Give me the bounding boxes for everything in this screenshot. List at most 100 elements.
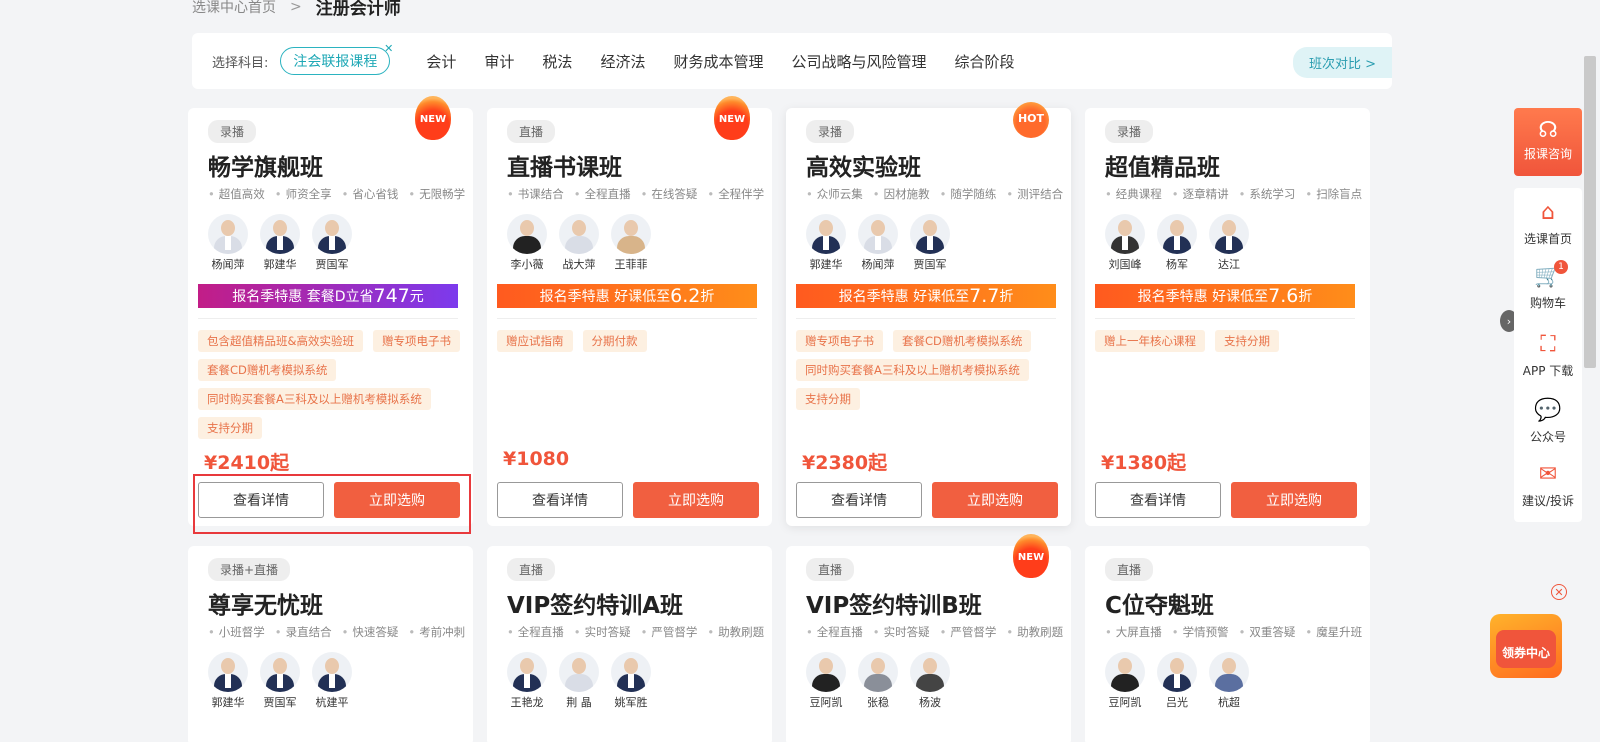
gift-tag: 赠应试指南 [497,330,573,352]
feature-item: 无限畅学 [408,186,465,202]
sidebar-item-wechat[interactable]: 💬 公众号 [1514,398,1582,445]
course-title[interactable]: C位夺魁班 [1105,586,1214,620]
course-title[interactable]: 超值精品班 [1105,148,1220,182]
teacher[interactable]: 李小薇 [507,214,547,272]
teacher-name: 郭建华 [211,696,245,709]
promo-banner: 报名季特惠 好课低至 7.6 折 [1095,284,1355,308]
teacher[interactable]: 贾国军 [910,214,950,272]
sidebar-item-cart[interactable]: 🛒 1 购物车 [1514,260,1582,311]
feature-item: 系统学习 [1239,186,1295,202]
course-title[interactable]: 畅学旗舰班 [208,148,323,182]
avatar [858,652,898,692]
feature-item: 严管督学 [940,624,996,640]
subject-tab-accounting[interactable]: 会计 [426,51,456,72]
promo-text: 报名季特惠 好课低至 [838,289,970,305]
feature-item: 双重答疑 [1239,624,1295,640]
teacher[interactable]: 贾国军 [312,214,352,272]
buy-now-button[interactable]: 立即选购 [633,482,759,518]
sidebar-item-home[interactable]: ⌂ 选课首页 [1514,200,1582,247]
teacher[interactable]: 刘国峰 [1105,214,1145,272]
teacher[interactable]: 杨军 [1157,214,1197,272]
promo-text: 报名季特惠 套餐D立省 [232,289,374,305]
teacher[interactable]: 杨闻萍 [858,214,898,272]
course-title[interactable]: 直播书课班 [507,148,622,182]
gift-tag: 分期付款 [582,330,647,352]
divider [796,318,1056,319]
teacher[interactable]: 杨闻萍 [208,214,248,272]
sidebar-item-feedback[interactable]: ✉ 建议/投诉 [1514,462,1582,509]
teacher[interactable]: 张稳 [858,652,898,710]
teacher-name: 贾国军 [913,258,947,271]
teacher[interactable]: 杭超 [1209,652,1249,710]
course-consult-button[interactable]: ☊ 报课咨询 [1514,108,1582,176]
teacher[interactable]: 杭建平 [312,652,352,710]
buy-now-button[interactable]: 立即选购 [932,482,1058,518]
new-badge-icon: NEW [1013,534,1049,578]
promo-text: 报名季特惠 好课低至 [1137,289,1269,305]
course-type-tag: 录播 [806,120,855,143]
course-title[interactable]: 高效实验班 [806,148,921,182]
teacher-name: 杭超 [1218,696,1240,709]
feature-item: 助教刷题 [707,624,764,640]
teacher[interactable]: 吕光 [1157,652,1197,710]
teacher[interactable]: 贾国军 [260,652,300,710]
avatar [1105,214,1145,254]
subject-tab-strategy-risk[interactable]: 公司战略与风险管理 [791,51,926,72]
teacher[interactable]: 王菲菲 [611,214,651,272]
course-card: 录播 NEW 畅学旗舰班 超值高效 师资全享 省心省钱 无限畅学 杨闻萍 郭建华… [188,96,473,526]
sidebar-item-app-download[interactable]: ⛶ APP 下载 [1514,332,1582,379]
teacher[interactable]: 荆 晶 [559,652,599,710]
course-features: 众师云集 因材施教 随学随练 测评结合 [806,186,1063,202]
subject-filter-bar: 选择科目: 注会联报课程 ✕ 会计 审计 税法 经济法 财务成本管理 公司战略与… [192,33,1392,89]
avatar [1105,652,1145,692]
teacher[interactable]: 达江 [1209,214,1249,272]
scrollbar[interactable] [1584,56,1596,368]
teacher-name: 姚军胜 [614,696,648,709]
course-title[interactable]: VIP签约特训B班 [806,586,982,620]
subject-tab-comprehensive[interactable]: 综合阶段 [954,51,1014,72]
teacher-name: 杨波 [919,696,941,709]
feature-item: 省心省钱 [342,186,398,202]
view-details-button[interactable]: 查看详情 [1095,482,1221,518]
subject-tab-audit[interactable]: 审计 [484,51,514,72]
subject-tab-economic-law[interactable]: 经济法 [600,51,645,72]
subject-tab-financial-cost[interactable]: 财务成本管理 [673,51,763,72]
avatar [1157,652,1197,692]
teacher[interactable]: 郭建华 [208,652,248,710]
course-card: 直播 NEW VIP签约特训B班 全程直播 实时答疑 严管督学 助教刷题 豆阿凯… [786,534,1071,742]
teacher[interactable]: 郭建华 [260,214,300,272]
gift-list: 包含超值精品班&高效实验班 赠专项电子书 套餐CD赠机考模拟系统 同时购买套餐A… [198,330,460,439]
coupon-close-icon[interactable]: ✕ [1551,584,1567,600]
feature-item: 实时答疑 [873,624,930,640]
coupon-center-button[interactable]: 领券中心 [1488,604,1564,684]
course-title[interactable]: 尊享无忧班 [208,586,323,620]
teacher[interactable]: 杨波 [910,652,950,710]
headset-icon: ☊ [1538,118,1558,143]
view-details-button[interactable]: 查看详情 [497,482,623,518]
view-details-button[interactable]: 查看详情 [796,482,922,518]
selected-subject-chip[interactable]: 注会联报课程 ✕ [280,42,393,75]
teacher-name: 杭建平 [315,696,349,709]
subject-tab-tax[interactable]: 税法 [542,51,572,72]
teacher[interactable]: 战大萍 [559,214,599,272]
avatar [611,214,651,254]
teacher[interactable]: 豆阿凯 [806,652,846,710]
feature-item: 全程直播 [574,186,631,202]
course-title[interactable]: VIP签约特训A班 [507,586,683,620]
gift-tag: 支持分期 [796,388,860,410]
buy-now-button[interactable]: 立即选购 [1231,482,1357,518]
teacher[interactable]: 豆阿凯 [1105,652,1145,710]
promo-suffix: 折 [999,289,1014,305]
gift-tag: 同时购买套餐A三科及以上赠机考模拟系统 [796,359,1029,381]
promo-value: 747 [373,285,410,307]
class-compare-button[interactable]: 班次对比 > [1292,47,1392,78]
course-price: ¥2410起 [204,452,290,474]
teacher[interactable]: 姚军胜 [611,652,651,710]
teacher[interactable]: 王艳龙 [507,652,547,710]
avatar [208,214,248,254]
breadcrumb-home-link[interactable]: 选课中心首页 [192,0,276,17]
feature-item: 全程伴学 [707,186,764,202]
course-features: 书课结合 全程直播 在线答疑 全程伴学 [507,186,764,202]
teacher[interactable]: 郭建华 [806,214,846,272]
close-icon[interactable]: ✕ [384,42,393,55]
